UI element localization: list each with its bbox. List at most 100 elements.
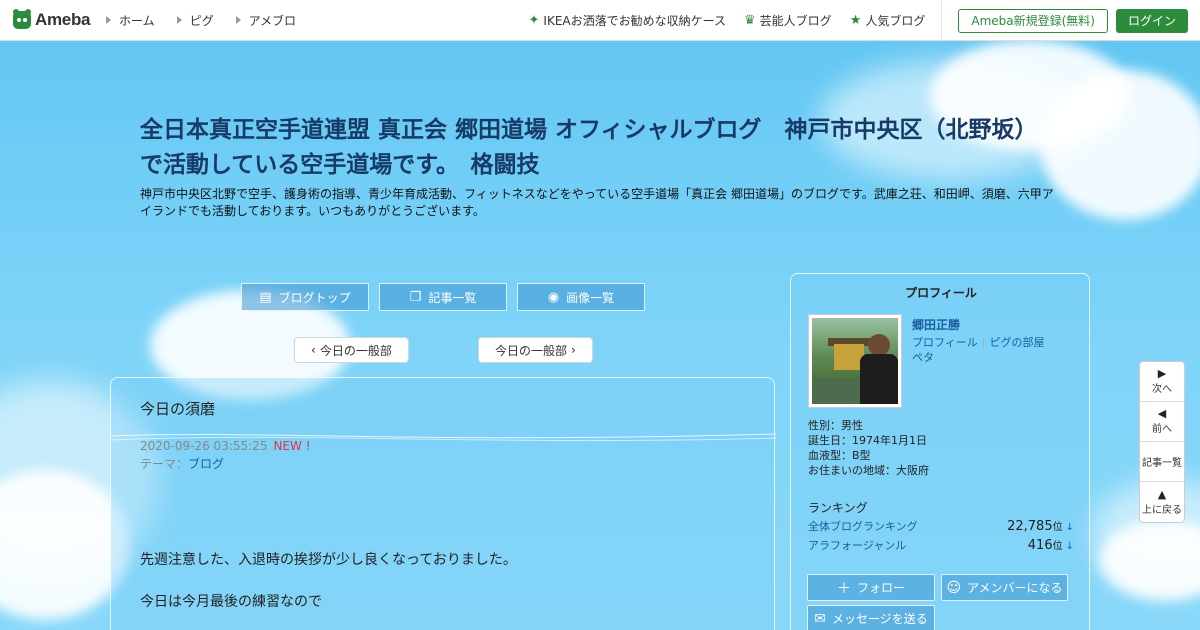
follow-label: フォロー: [856, 581, 905, 595]
register-button[interactable]: Ameba新規登録(無料): [958, 8, 1108, 33]
ameba-logo-text: Ameba: [35, 10, 91, 29]
prev-label: 前へ: [1152, 424, 1172, 435]
next-article-label: 今日の一般部: [495, 343, 568, 358]
profile-link[interactable]: プロフィール: [912, 336, 978, 349]
new-badge: NEW !: [273, 439, 311, 453]
blog-description: 神戸市中央区北野で空手、護身術の指導、青少年育成活動、フィットネスなどをやってい…: [140, 187, 1054, 218]
ranking-heading: ランキング: [808, 501, 868, 515]
prev-button[interactable]: ◀ 前へ: [1140, 402, 1184, 442]
nav-home[interactable]: ホーム: [106, 12, 155, 29]
message-label: メッセージを送る: [831, 612, 928, 626]
copy-icon: ❐: [409, 289, 422, 305]
nav-home-label: ホーム: [119, 13, 155, 28]
ranking-overall-label[interactable]: 全体ブログランキング: [808, 518, 918, 534]
link-separator: |: [981, 336, 986, 349]
ranking-overall: 全体ブログランキング 22,785位 ↓: [808, 518, 1074, 534]
promo-celebrity-label: 芸能人ブログ: [759, 14, 832, 28]
theme-label: テーマ：: [140, 457, 189, 471]
blog-nav: ▤ ブログトップ ❐ 記事一覧 ◉ 画像一覧: [241, 283, 655, 311]
nav-ameblo[interactable]: アメブロ: [235, 12, 297, 29]
avatar[interactable]: [808, 314, 902, 408]
star-icon: ★: [849, 13, 862, 28]
ranking-genre: アラフォージャンル 416位 ↓: [808, 537, 1074, 553]
chat-icon: ☺: [946, 579, 962, 596]
article-list-button[interactable]: ❐ 記事一覧: [379, 283, 507, 311]
leaf-icon: ✦: [528, 13, 540, 28]
ranking-overall-value: 22,785: [1007, 519, 1053, 534]
ranking-genre-label[interactable]: アラフォージャンル: [808, 537, 906, 553]
amember-button[interactable]: ☺ アメンバーになる: [941, 574, 1068, 601]
blog-top-label: ブログトップ: [278, 290, 351, 305]
amember-label: アメンバーになる: [967, 581, 1063, 595]
floating-nav: ▶ 次へ ◀ 前へ 記事一覧 ▲ 上に戻る: [1139, 361, 1185, 523]
play-left-icon: ◀: [1157, 407, 1167, 420]
caret-right-icon: [235, 16, 241, 24]
pigg-room-link[interactable]: ピグの部屋: [990, 336, 1045, 349]
promo-popular-blogs[interactable]: ★ 人気ブログ: [850, 12, 926, 29]
camera-icon: ◉: [547, 289, 560, 305]
nav-pigg-label: ピグ: [189, 13, 214, 28]
login-button[interactable]: ログイン: [1115, 8, 1188, 33]
profile-info: 性別：男性 誕生日：1974年1月1日 血液型：B型 お住まいの地域：大阪府: [808, 418, 929, 478]
arrow-up-icon: ▲: [1157, 487, 1167, 501]
message-button[interactable]: ✉ メッセージを送る: [807, 605, 935, 630]
article-list-side-label: 記事一覧: [1142, 458, 1182, 469]
ameba-logo-icon: [12, 9, 32, 31]
article-date: 2020-09-26 03:55:25: [140, 439, 268, 453]
crown-icon: ♛: [744, 13, 756, 28]
blog-title[interactable]: 全日本真正空手道連盟 真正会 郷田道場 オフィシャルブログ 神戸市中央区（北野坂…: [140, 113, 1060, 183]
article-title[interactable]: 今日の須磨: [140, 398, 215, 419]
profile-links: プロフィール | ピグの部屋 ペタ: [912, 335, 1072, 365]
profile-blood-type: 血液型：B型: [808, 449, 871, 462]
article-body: 先週注意した、入退時の挨拶が少し良くなっておりました。 今日は今月最後の練習なの…: [140, 550, 517, 630]
play-right-icon: ▶: [1157, 367, 1167, 380]
plus-icon: ＋: [836, 580, 851, 597]
global-nav: ホーム ピグ アメブロ: [106, 12, 318, 29]
nav-ameblo-label: アメブロ: [248, 13, 297, 28]
profile-birthday: 誕生日：1974年1月1日: [808, 434, 927, 447]
nav-pigg[interactable]: ピグ: [176, 12, 214, 29]
peta-link[interactable]: ペタ: [912, 351, 934, 364]
article-paragraph: 先週注意した、入退時の挨拶が少し良くなっておりました。: [140, 552, 517, 568]
ameba-logo[interactable]: Ameba: [12, 9, 92, 31]
avatar-photo: [812, 318, 898, 404]
follow-button[interactable]: ＋ フォロー: [807, 574, 935, 601]
article-meta: 2020-09-26 03:55:25 NEW !: [140, 439, 311, 453]
header-divider: [941, 0, 943, 41]
image-list-button[interactable]: ◉ 画像一覧: [517, 283, 645, 311]
document-icon: ▤: [259, 289, 272, 305]
arrow-down-icon: ↓: [1065, 541, 1074, 552]
next-button[interactable]: ▶ 次へ: [1140, 362, 1184, 402]
cloud: [1040, 70, 1200, 220]
rank-unit: 位: [1052, 541, 1063, 552]
profile-heading: プロフィール: [905, 286, 977, 300]
caret-right-icon: [176, 16, 182, 24]
promo-popular-label: 人気ブログ: [865, 14, 926, 28]
profile-panel: プロフィール 郷田正勝 プロフィール | ピグの部屋 ペタ 性別：男性 誕生日：19…: [790, 273, 1090, 630]
promo-ikea-label: IKEAお洒落でお勧めな収納ケース: [543, 14, 727, 28]
prev-article-button[interactable]: ‹ 今日の一般部: [294, 337, 409, 363]
article-list-label: 記事一覧: [428, 290, 477, 305]
chevron-left-icon: ‹: [311, 343, 316, 357]
profile-name[interactable]: 郷田正勝: [912, 316, 960, 333]
prev-article-label: 今日の一般部: [319, 343, 392, 358]
profile-gender: 性別：男性: [808, 419, 863, 432]
chevron-right-icon: ›: [571, 343, 576, 357]
next-label: 次へ: [1152, 384, 1172, 395]
next-article-button[interactable]: 今日の一般部 ›: [478, 337, 593, 363]
article: 今日の須磨 2020-09-26 03:55:25 NEW ! テーマ：ブログ 先…: [110, 377, 776, 630]
back-to-top-button[interactable]: ▲ 上に戻る: [1140, 482, 1184, 522]
article-theme: テーマ：ブログ: [140, 455, 224, 472]
caret-right-icon: [106, 16, 111, 24]
theme-link[interactable]: ブログ: [188, 457, 224, 471]
promo-ikea[interactable]: ✦ IKEAお洒落でお勧めな収納ケース: [529, 12, 727, 29]
profile-location: お住まいの地域：大阪府: [808, 464, 929, 477]
promo-celebrity-blogs[interactable]: ♛ 芸能人ブログ: [744, 12, 832, 29]
article-list-side-button[interactable]: 記事一覧: [1140, 442, 1184, 482]
rank-unit: 位: [1052, 522, 1063, 533]
arrow-down-icon: ↓: [1065, 522, 1074, 533]
image-list-label: 画像一覧: [566, 290, 615, 305]
back-to-top-label: 上に戻る: [1142, 504, 1182, 516]
blog-top-button[interactable]: ▤ ブログトップ: [241, 283, 369, 311]
article-paragraph: 今日は今月最後の練習なので: [140, 594, 322, 610]
